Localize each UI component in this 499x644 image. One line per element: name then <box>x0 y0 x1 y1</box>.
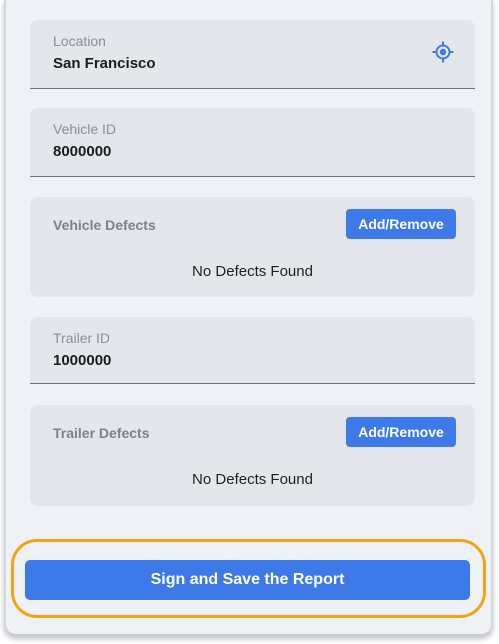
trailer-defects-title: Trailer Defects <box>53 425 150 441</box>
location-field[interactable]: Location San Francisco <box>30 20 475 89</box>
location-label: Location <box>53 33 106 49</box>
vehicle-defects-title: Vehicle Defects <box>53 217 156 233</box>
sign-and-save-button[interactable]: Sign and Save the Report <box>25 560 470 600</box>
vehicle-id-value: 8000000 <box>53 143 112 160</box>
gps-target-icon[interactable] <box>431 40 455 64</box>
vehicle-defects-panel: Vehicle Defects Add/Remove No Defects Fo… <box>30 197 475 297</box>
trailer-add-remove-button[interactable]: Add/Remove <box>346 417 456 447</box>
trailer-defects-status: No Defects Found <box>192 471 313 488</box>
trailer-defects-panel: Trailer Defects Add/Remove No Defects Fo… <box>30 405 475 506</box>
vehicle-id-label: Vehicle ID <box>53 121 117 137</box>
trailer-id-field[interactable]: Trailer ID 1000000 <box>30 317 475 384</box>
location-value: San Francisco <box>53 55 156 72</box>
vehicle-add-remove-button[interactable]: Add/Remove <box>346 209 456 239</box>
vehicle-defects-status: No Defects Found <box>192 263 313 280</box>
trailer-id-label: Trailer ID <box>53 330 111 346</box>
vehicle-id-field[interactable]: Vehicle ID 8000000 <box>30 108 475 177</box>
trailer-id-value: 1000000 <box>53 352 112 369</box>
